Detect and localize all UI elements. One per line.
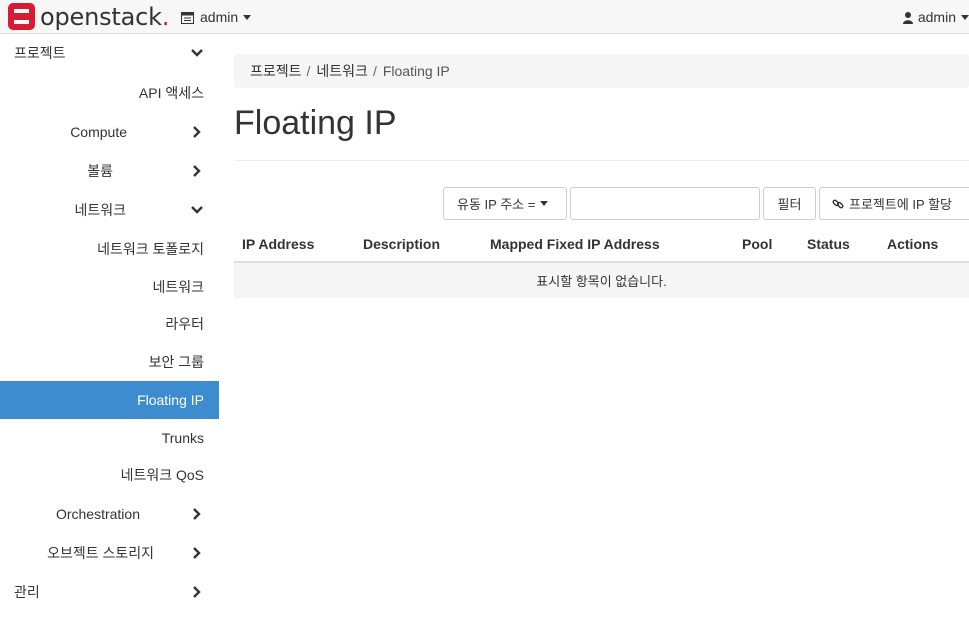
sidebar-item-routers[interactable]: 라우터 [0,305,219,343]
sidebar-item-label: Floating IP [137,392,204,408]
sidebar-item-label: API 액세스 [138,85,204,101]
sidebar-item-label: 라우터 [165,316,204,332]
caret-down-icon [540,201,549,206]
sidebar-item-security-groups[interactable]: 보안 그룹 [0,343,219,381]
column-header-mapped-fixed-ip[interactable]: Mapped Fixed IP Address [490,236,660,252]
allocate-ip-label: 프로젝트에 IP 할당 [849,197,952,212]
filter-button[interactable]: 필터 [763,187,816,220]
project-selector-label: admin [200,9,239,25]
chevron-right-icon [189,545,205,561]
brand-name: openstack. [40,2,170,31]
project-grid-icon [181,11,194,24]
sidebar-item-label: 네트워크 [152,279,204,295]
breadcrumb-item-network[interactable]: 네트워크 [316,61,368,81]
sidebar-item-trunks[interactable]: Trunks [0,419,219,457]
sidebar-item-floating-ip[interactable]: Floating IP [0,381,219,419]
page-title: Floating IP [234,104,397,142]
breadcrumb: 프로젝트 / 네트워크 / Floating IP [234,54,969,88]
sidebar-item-network-qos[interactable]: 네트워크 QoS [0,456,219,494]
sidebar-item-label: Trunks [161,430,204,446]
openstack-logo-icon [8,3,35,30]
filter-field-label: 유동 IP 주소 = [457,197,536,212]
chevron-right-icon [189,124,205,140]
sidebar-item-label: 보안 그룹 [148,354,204,370]
sidebar-item-volumes[interactable]: 볼륨 [0,152,219,190]
title-divider [234,160,969,161]
filter-input[interactable] [570,187,760,220]
sidebar-item-label: Orchestration [55,506,140,522]
filter-field-select[interactable]: 유동 IP 주소 = [443,187,567,220]
breadcrumb-separator: / [372,63,377,79]
sidebar-item-label: 오브젝트 스토리지 [47,545,154,561]
link-icon [832,198,844,210]
user-menu-label: admin [917,9,956,25]
sidebar-item-label: 네트워크 QoS [120,467,204,483]
chevron-down-icon [189,202,205,218]
chevron-right-icon [189,163,205,179]
top-navbar: openstack. admin admin [0,0,969,34]
sidebar-item-object-storage[interactable]: 오브젝트 스토리지 [0,534,219,572]
column-header-status[interactable]: Status [807,236,850,252]
sidebar-item-api-access[interactable]: API 액세스 [0,74,219,112]
sidebar-item-label: 네트워크 [74,202,126,218]
sidebar-item-label: 볼륨 [87,163,113,179]
sidebar-item-project[interactable]: 프로젝트 [0,34,219,72]
chevron-right-icon [189,584,205,600]
sidebar-item-orchestration[interactable]: Orchestration [0,495,219,533]
sidebar-item-network-topology[interactable]: 네트워크 토폴로지 [0,230,219,268]
caret-down-icon [961,14,969,20]
sidebar-item-label: Compute [70,124,127,140]
breadcrumb-item-project[interactable]: 프로젝트 [250,61,302,81]
chevron-right-icon [189,506,205,522]
empty-table-message: 표시할 항목이 없습니다. [536,274,667,289]
sidebar-item-label: 프로젝트 [14,45,66,61]
breadcrumb-separator: / [306,63,311,79]
allocate-ip-button[interactable]: 프로젝트에 IP 할당 [819,187,969,220]
chevron-down-icon [189,45,205,61]
sidebar-item-network[interactable]: 네트워크 [0,191,219,229]
sidebar-item-networks[interactable]: 네트워크 [0,268,219,306]
breadcrumb-item-current: Floating IP [382,63,450,79]
sidebar-item-label: 네트워크 토폴로지 [97,241,204,257]
column-header-ip-address[interactable]: IP Address [242,236,314,252]
sidebar: 프로젝트 API 액세스 Compute 볼륨 네트워크 네트워크 토폴로지 네… [0,34,219,626]
column-header-pool[interactable]: Pool [742,236,772,252]
user-icon [902,11,913,24]
sidebar-item-admin[interactable]: 관리 [0,573,219,611]
column-header-actions: Actions [887,236,939,252]
brand-link[interactable]: openstack. [8,2,170,31]
sidebar-item-compute[interactable]: Compute [0,113,219,151]
caret-down-icon [243,14,252,20]
sidebar-item-label: 관리 [14,584,40,600]
user-menu[interactable]: admin [902,9,969,25]
table-empty-row: 표시할 항목이 없습니다. [234,263,969,298]
project-selector[interactable]: admin [181,9,252,25]
column-header-description[interactable]: Description [363,236,440,252]
